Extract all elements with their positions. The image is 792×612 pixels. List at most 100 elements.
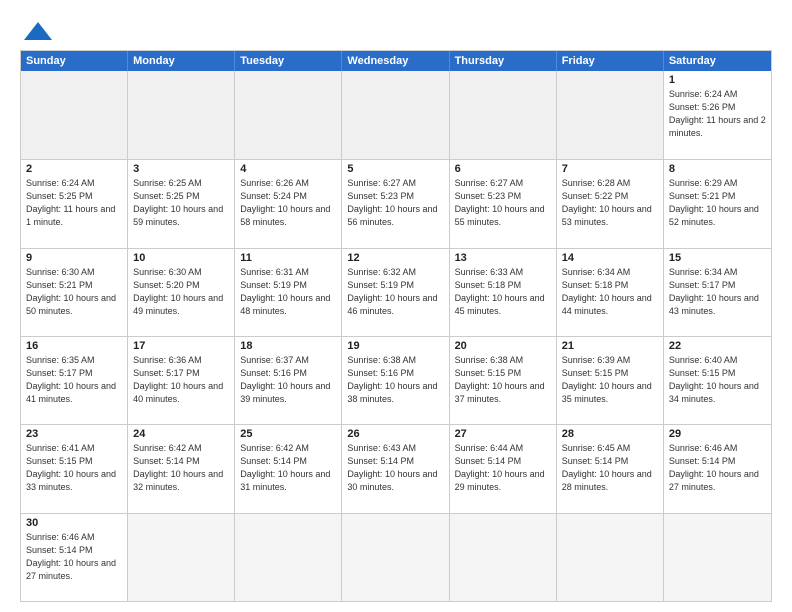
calendar-row: 9 Sunrise: 6:30 AM Sunset: 5:21 PM Daylig… (21, 248, 771, 336)
day-number: 28 (562, 428, 658, 440)
calendar-cell: 20 Sunrise: 6:38 AM Sunset: 5:15 PM Dayli… (450, 337, 557, 424)
calendar-cell: 6 Sunrise: 6:27 AM Sunset: 5:23 PM Daylig… (450, 160, 557, 247)
calendar-cell: 30 Sunrise: 6:46 AM Sunset: 5:14 PM Dayli… (21, 514, 128, 601)
day-info: Sunrise: 6:34 AM Sunset: 5:18 PM Dayligh… (562, 266, 658, 318)
day-info: Sunrise: 6:46 AM Sunset: 5:14 PM Dayligh… (669, 442, 766, 494)
page: SundayMondayTuesdayWednesdayThursdayFrid… (0, 0, 792, 612)
day-info: Sunrise: 6:40 AM Sunset: 5:15 PM Dayligh… (669, 354, 766, 406)
day-number: 1 (669, 74, 766, 86)
day-number: 12 (347, 252, 443, 264)
calendar-row: 30 Sunrise: 6:46 AM Sunset: 5:14 PM Dayli… (21, 513, 771, 601)
day-number: 27 (455, 428, 551, 440)
day-number: 2 (26, 163, 122, 175)
weekday-header: Friday (557, 51, 664, 71)
day-info: Sunrise: 6:33 AM Sunset: 5:18 PM Dayligh… (455, 266, 551, 318)
day-info: Sunrise: 6:29 AM Sunset: 5:21 PM Dayligh… (669, 177, 766, 229)
day-number: 18 (240, 340, 336, 352)
day-info: Sunrise: 6:44 AM Sunset: 5:14 PM Dayligh… (455, 442, 551, 494)
calendar-cell: 17 Sunrise: 6:36 AM Sunset: 5:17 PM Dayli… (128, 337, 235, 424)
day-number: 3 (133, 163, 229, 175)
day-number: 6 (455, 163, 551, 175)
calendar-row: 16 Sunrise: 6:35 AM Sunset: 5:17 PM Dayli… (21, 336, 771, 424)
day-number: 26 (347, 428, 443, 440)
day-number: 7 (562, 163, 658, 175)
weekday-header: Wednesday (342, 51, 449, 71)
calendar-cell: 10 Sunrise: 6:30 AM Sunset: 5:20 PM Dayli… (128, 249, 235, 336)
day-number: 9 (26, 252, 122, 264)
day-number: 23 (26, 428, 122, 440)
day-info: Sunrise: 6:27 AM Sunset: 5:23 PM Dayligh… (455, 177, 551, 229)
day-number: 16 (26, 340, 122, 352)
day-number: 19 (347, 340, 443, 352)
day-info: Sunrise: 6:28 AM Sunset: 5:22 PM Dayligh… (562, 177, 658, 229)
day-number: 15 (669, 252, 766, 264)
day-number: 5 (347, 163, 443, 175)
weekday-header: Tuesday (235, 51, 342, 71)
logo-icon (22, 20, 54, 42)
day-info: Sunrise: 6:38 AM Sunset: 5:16 PM Dayligh… (347, 354, 443, 406)
calendar-cell: 11 Sunrise: 6:31 AM Sunset: 5:19 PM Dayli… (235, 249, 342, 336)
calendar-cell: 8 Sunrise: 6:29 AM Sunset: 5:21 PM Daylig… (664, 160, 771, 247)
calendar-row: 1 Sunrise: 6:24 AM Sunset: 5:26 PM Daylig… (21, 71, 771, 159)
weekday-header: Sunday (21, 51, 128, 71)
day-number: 10 (133, 252, 229, 264)
day-number: 29 (669, 428, 766, 440)
day-number: 13 (455, 252, 551, 264)
calendar-cell: 15 Sunrise: 6:34 AM Sunset: 5:17 PM Dayli… (664, 249, 771, 336)
weekday-header: Saturday (664, 51, 771, 71)
day-number: 30 (26, 517, 122, 529)
calendar-cell: 29 Sunrise: 6:46 AM Sunset: 5:14 PM Dayli… (664, 425, 771, 512)
weekday-header: Thursday (450, 51, 557, 71)
day-info: Sunrise: 6:45 AM Sunset: 5:14 PM Dayligh… (562, 442, 658, 494)
day-info: Sunrise: 6:30 AM Sunset: 5:20 PM Dayligh… (133, 266, 229, 318)
calendar-cell: 1 Sunrise: 6:24 AM Sunset: 5:26 PM Daylig… (664, 71, 771, 159)
calendar-cell: 13 Sunrise: 6:33 AM Sunset: 5:18 PM Dayli… (450, 249, 557, 336)
day-info: Sunrise: 6:38 AM Sunset: 5:15 PM Dayligh… (455, 354, 551, 406)
logo (20, 20, 54, 42)
calendar-cell: 19 Sunrise: 6:38 AM Sunset: 5:16 PM Dayli… (342, 337, 449, 424)
day-info: Sunrise: 6:24 AM Sunset: 5:25 PM Dayligh… (26, 177, 122, 229)
calendar-cell: 5 Sunrise: 6:27 AM Sunset: 5:23 PM Daylig… (342, 160, 449, 247)
header (20, 16, 772, 42)
day-info: Sunrise: 6:26 AM Sunset: 5:24 PM Dayligh… (240, 177, 336, 229)
day-number: 21 (562, 340, 658, 352)
calendar-cell: 14 Sunrise: 6:34 AM Sunset: 5:18 PM Dayli… (557, 249, 664, 336)
calendar-cell: 26Sunrise: 6:43 AM Sunset: 5:14 PM Dayli… (342, 425, 449, 512)
calendar-row: 2 Sunrise: 6:24 AM Sunset: 5:25 PM Daylig… (21, 159, 771, 247)
calendar-cell: 22 Sunrise: 6:40 AM Sunset: 5:15 PM Dayli… (664, 337, 771, 424)
day-number: 17 (133, 340, 229, 352)
day-info: Sunrise: 6:36 AM Sunset: 5:17 PM Dayligh… (133, 354, 229, 406)
calendar-body: 1 Sunrise: 6:24 AM Sunset: 5:26 PM Daylig… (21, 71, 771, 601)
day-info: Sunrise: 6:46 AM Sunset: 5:14 PM Dayligh… (26, 531, 122, 583)
calendar-header: SundayMondayTuesdayWednesdayThursdayFrid… (21, 51, 771, 71)
day-info: Sunrise: 6:42 AM Sunset: 5:14 PM Dayligh… (240, 442, 336, 494)
day-info: Sunrise: 6:25 AM Sunset: 5:25 PM Dayligh… (133, 177, 229, 229)
day-info: Sunrise: 6:31 AM Sunset: 5:19 PM Dayligh… (240, 266, 336, 318)
weekday-header: Monday (128, 51, 235, 71)
day-info: Sunrise: 6:32 AM Sunset: 5:19 PM Dayligh… (347, 266, 443, 318)
calendar-cell: 18Sunrise: 6:37 AM Sunset: 5:16 PM Dayli… (235, 337, 342, 424)
calendar-cell: 21Sunrise: 6:39 AM Sunset: 5:15 PM Dayli… (557, 337, 664, 424)
day-number: 8 (669, 163, 766, 175)
calendar-cell: 24Sunrise: 6:42 AM Sunset: 5:14 PM Dayli… (128, 425, 235, 512)
day-info: Sunrise: 6:27 AM Sunset: 5:23 PM Dayligh… (347, 177, 443, 229)
calendar: SundayMondayTuesdayWednesdayThursdayFrid… (20, 50, 772, 602)
day-number: 25 (240, 428, 336, 440)
calendar-cell: 16 Sunrise: 6:35 AM Sunset: 5:17 PM Dayli… (21, 337, 128, 424)
day-number: 14 (562, 252, 658, 264)
calendar-cell: 2 Sunrise: 6:24 AM Sunset: 5:25 PM Daylig… (21, 160, 128, 247)
calendar-cell: 25 Sunrise: 6:42 AM Sunset: 5:14 PM Dayli… (235, 425, 342, 512)
calendar-cell: 7 Sunrise: 6:28 AM Sunset: 5:22 PM Daylig… (557, 160, 664, 247)
day-number: 11 (240, 252, 336, 264)
calendar-cell: 9 Sunrise: 6:30 AM Sunset: 5:21 PM Daylig… (21, 249, 128, 336)
day-number: 4 (240, 163, 336, 175)
day-number: 20 (455, 340, 551, 352)
day-info: Sunrise: 6:30 AM Sunset: 5:21 PM Dayligh… (26, 266, 122, 318)
day-info: Sunrise: 6:42 AM Sunset: 5:14 PM Dayligh… (133, 442, 229, 494)
day-info: Sunrise: 6:24 AM Sunset: 5:26 PM Dayligh… (669, 88, 766, 140)
calendar-cell: 23Sunrise: 6:41 AM Sunset: 5:15 PM Dayli… (21, 425, 128, 512)
day-number: 22 (669, 340, 766, 352)
calendar-cell: 28 Sunrise: 6:45 AM Sunset: 5:14 PM Dayli… (557, 425, 664, 512)
day-info: Sunrise: 6:34 AM Sunset: 5:17 PM Dayligh… (669, 266, 766, 318)
day-info: Sunrise: 6:35 AM Sunset: 5:17 PM Dayligh… (26, 354, 122, 406)
